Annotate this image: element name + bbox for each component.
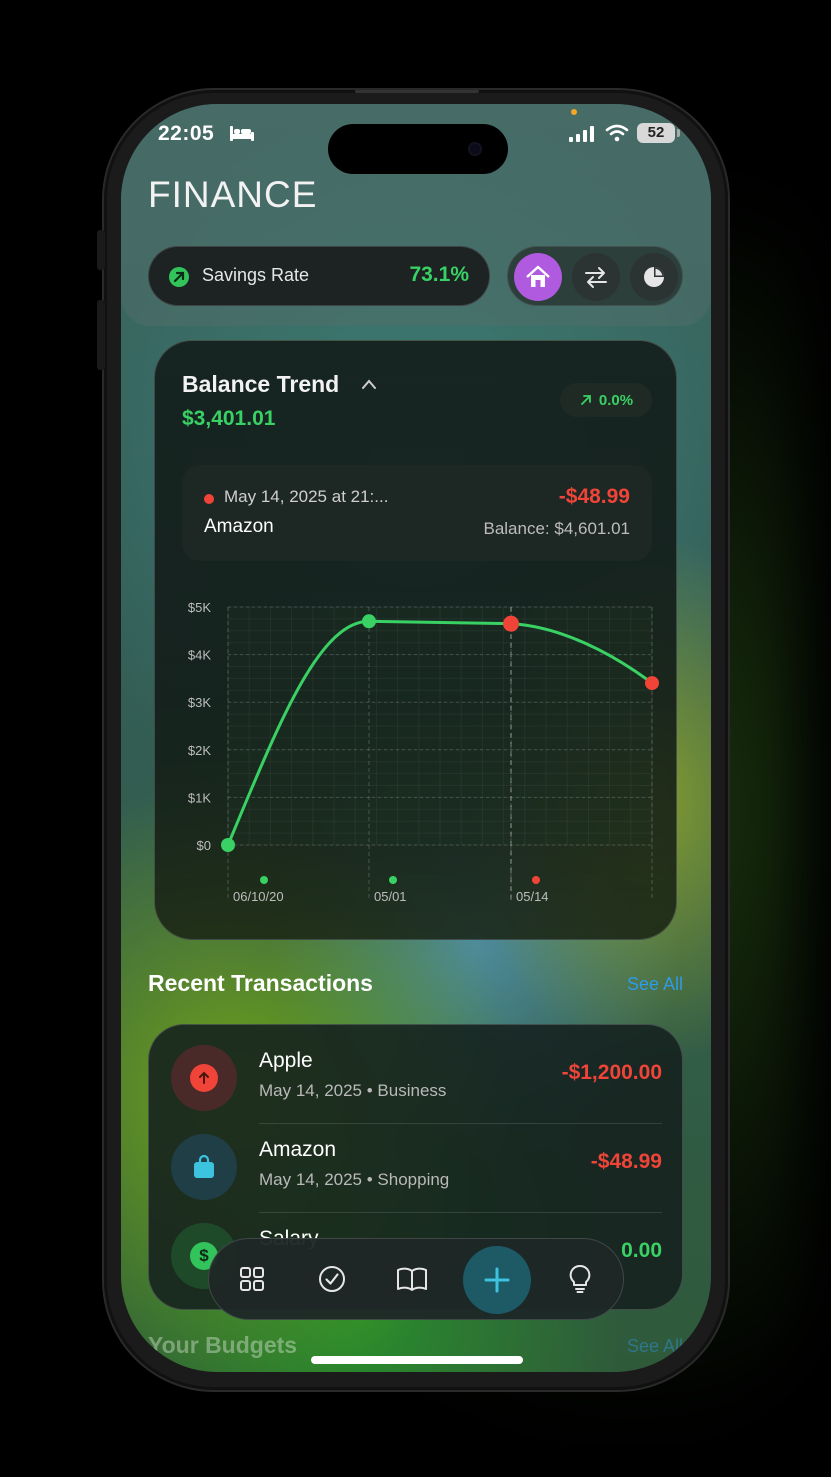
chart-tooltip: May 14, 2025 at 21:... Amazon -$48.99 Ba… <box>182 465 652 561</box>
tab-dashboard[interactable] <box>229 1256 275 1302</box>
arrow-up-icon <box>190 1064 218 1092</box>
phone-top-edge <box>355 90 479 93</box>
balance-amount: $3,401.01 <box>182 407 276 430</box>
recent-transactions-title: Recent Transactions <box>148 970 373 996</box>
volume-up-button <box>97 300 105 370</box>
x-tick-label: 05/01 <box>374 889 407 904</box>
tab-insights[interactable] <box>557 1256 603 1302</box>
tooltip-amount: -$48.99 <box>558 485 630 508</box>
transaction-name: Apple <box>259 1049 313 1072</box>
budgets-see-all[interactable]: See All <box>627 1336 683 1357</box>
transaction-amount: -$48.99 <box>590 1150 662 1173</box>
savings-rate-value: 73.1% <box>409 263 469 286</box>
battery-tip <box>677 129 680 137</box>
screen: 22:05 52 FINANCE Savings Rate 73.1% Bala… <box>121 104 711 1372</box>
home-icon <box>526 265 550 287</box>
y-tick-label: $4K <box>188 648 211 663</box>
transaction-date: May 14, 2025 <box>259 1081 363 1100</box>
tooltip-merchant: Amazon <box>204 516 274 537</box>
battery-icon: 52 <box>637 123 675 143</box>
y-tick-label: $2K <box>188 743 211 758</box>
home-indicator[interactable] <box>311 1356 523 1364</box>
transactions-button[interactable] <box>572 253 620 301</box>
y-tick-label: $1K <box>188 790 211 805</box>
bed-icon <box>230 126 254 141</box>
transfer-arrows-icon <box>585 267 607 288</box>
budgets-title: Your Budgets <box>148 1332 298 1358</box>
wifi-icon <box>605 124 629 142</box>
transaction-meta: May 14, 2025 • Shopping <box>259 1170 450 1189</box>
data-point <box>645 676 659 691</box>
action-button <box>97 230 105 270</box>
tab-tasks[interactable] <box>309 1256 355 1302</box>
transaction-category: Business <box>377 1081 447 1100</box>
balance-change-value: 0.0% <box>598 391 634 409</box>
tooltip-date: May 14, 2025 at 21:... <box>224 487 389 506</box>
data-point <box>362 614 376 629</box>
transaction-marker-dot <box>532 876 540 884</box>
app-title: FINANCE <box>148 174 318 215</box>
transaction-icon-wrap <box>171 1134 237 1200</box>
lightbulb-icon <box>569 1264 591 1293</box>
transaction-marker-dot <box>260 876 268 884</box>
x-tick-label: 05/14 <box>516 889 549 904</box>
data-point <box>221 838 235 852</box>
tooltip-dot <box>204 494 214 504</box>
pie-chart-icon <box>644 267 664 287</box>
savings-rate-pill[interactable]: Savings Rate 73.1% <box>148 246 490 306</box>
balance-trend-title[interactable]: Balance Trend <box>182 371 339 398</box>
x-tick-label: 06/10/20 <box>233 889 284 904</box>
transaction-icon-wrap <box>171 1045 237 1111</box>
transaction-category: Shopping <box>377 1170 450 1189</box>
transaction-name: Amazon <box>259 1138 337 1161</box>
chevron-up-icon[interactable] <box>360 377 378 391</box>
y-tick-label: $0 <box>197 838 211 853</box>
transaction-date: May 14, 2025 <box>259 1170 363 1189</box>
plus-icon <box>484 1267 510 1293</box>
transaction-amount: -$1,200.00 <box>561 1061 662 1084</box>
recent-transactions-see-all[interactable]: See All <box>627 974 683 995</box>
shopping-bag-icon <box>194 1154 214 1178</box>
tab-journal[interactable] <box>389 1256 435 1302</box>
transaction-marker-dot <box>389 876 397 884</box>
transaction-row[interactable]: Apple May 14, 2025 • Business -$1,200.00 <box>149 1035 682 1123</box>
arrow-up-right-icon <box>580 395 591 405</box>
tooltip-balance: Balance: $4,601.01 <box>483 519 630 538</box>
analytics-button[interactable] <box>630 253 678 301</box>
selected-data-point <box>503 615 519 632</box>
status-time: 22:05 <box>158 122 215 145</box>
trend-up-icon <box>169 267 189 287</box>
bottom-tab-bar <box>208 1238 624 1320</box>
status-bar: 22:05 52 <box>121 104 711 174</box>
add-transaction-button[interactable] <box>463 1246 531 1314</box>
balance-trend-card: Balance Trend $3,401.01 0.0% May 14, 202… <box>154 340 677 940</box>
y-tick-label: $5K <box>188 600 211 615</box>
privacy-indicator <box>571 109 577 115</box>
savings-rate-label: Savings Rate <box>202 265 310 285</box>
transaction-meta: May 14, 2025 • Business <box>259 1081 447 1100</box>
signal-icon <box>569 126 594 142</box>
transaction-amount: 0.00 <box>621 1239 662 1262</box>
home-button[interactable] <box>514 253 562 301</box>
dynamic-island <box>328 124 508 174</box>
grid-icon <box>240 1267 264 1291</box>
y-tick-label: $3K <box>188 695 211 710</box>
checkmark-circle-icon <box>319 1266 345 1292</box>
balance-change-badge: 0.0% <box>560 383 652 417</box>
view-switcher <box>507 246 683 306</box>
camera-icon <box>468 142 482 156</box>
transaction-row[interactable]: Amazon May 14, 2025 • Shopping -$48.99 <box>149 1124 682 1212</box>
book-icon <box>397 1267 427 1291</box>
balance-chart[interactable]: $5K $4K $3K $2K $1K $0 06/10/20 05/01 05/14 <box>155 581 678 911</box>
